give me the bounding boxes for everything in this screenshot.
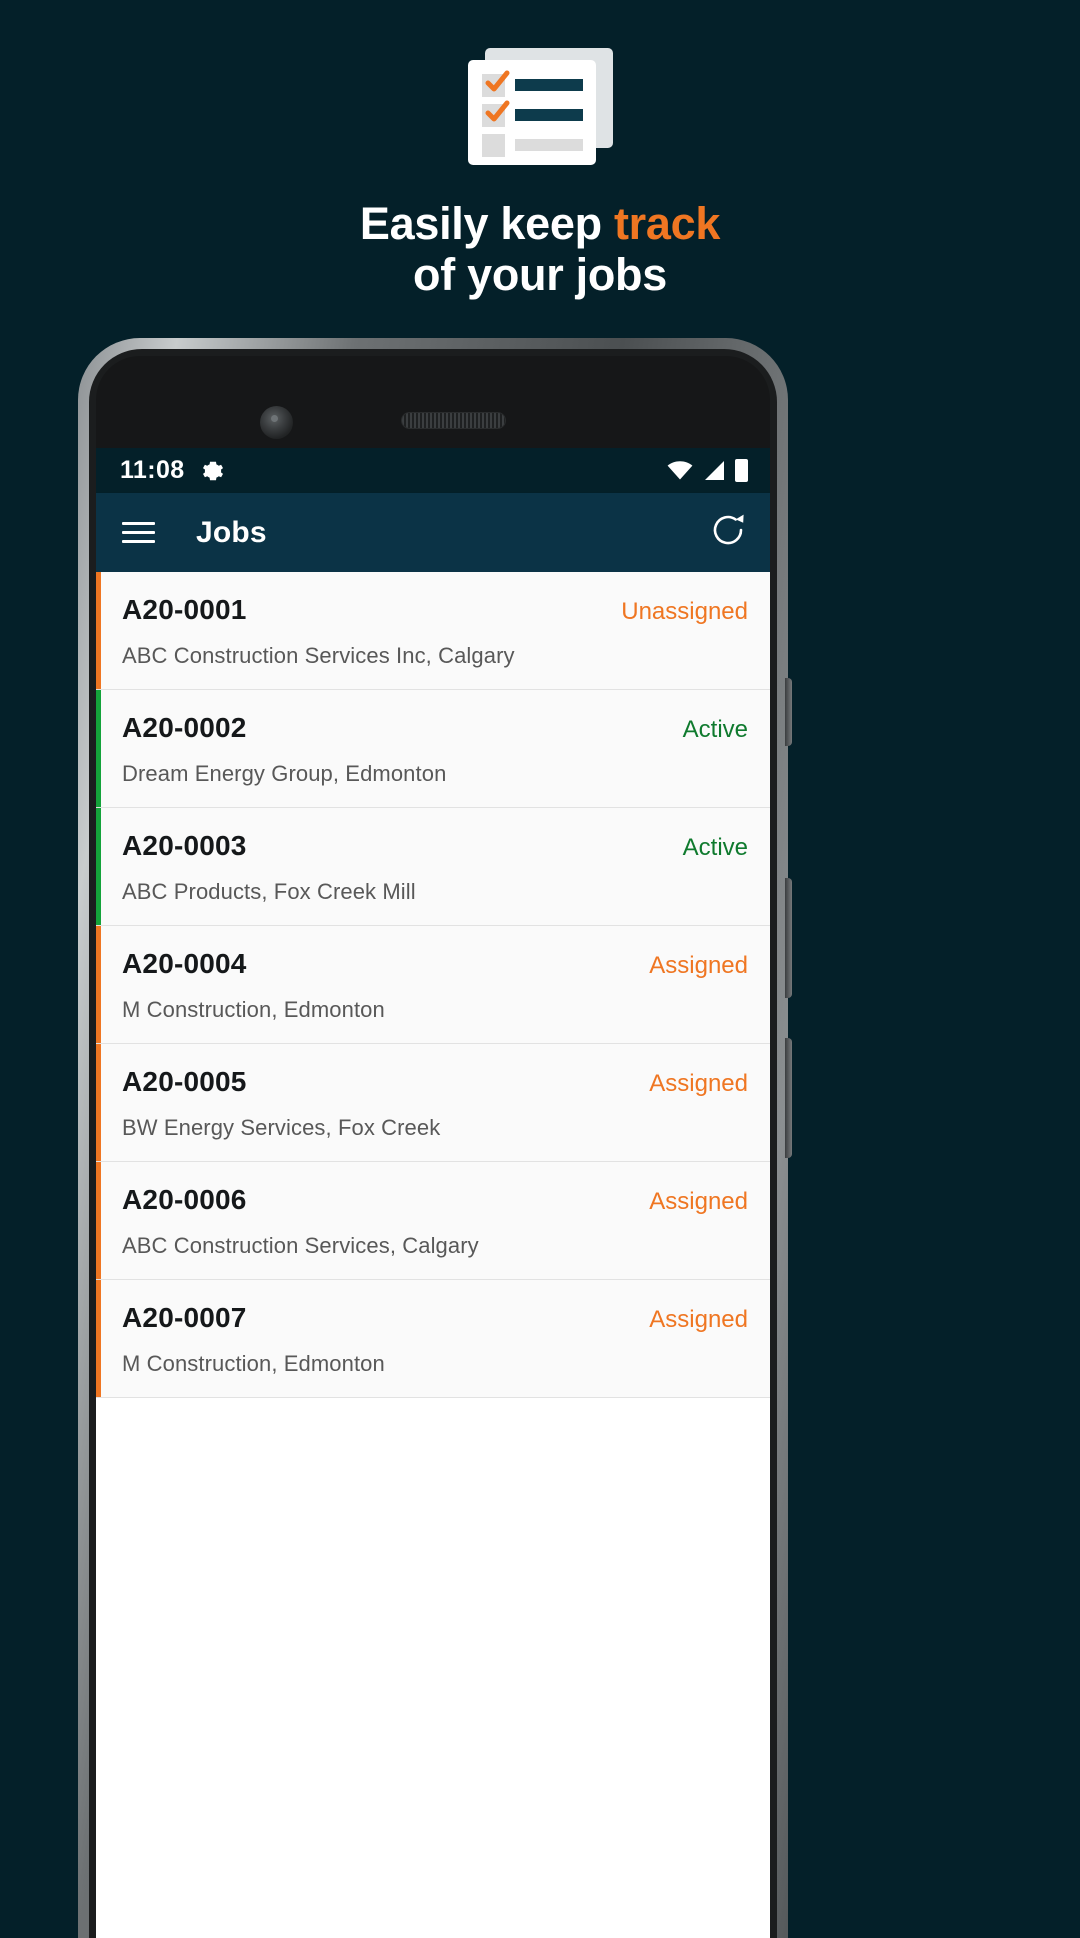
row-status-accent-bar <box>96 1044 101 1161</box>
app-bar: Jobs <box>96 493 770 572</box>
page-title: Jobs <box>196 515 267 549</box>
table-row[interactable]: A20-0007 Assigned M Construction, Edmonton <box>96 1280 770 1398</box>
checklist-text-bar <box>514 108 583 121</box>
job-customer: BW Energy Services, Fox Creek <box>122 1115 441 1140</box>
refresh-icon[interactable] <box>710 512 746 553</box>
row-status-accent-bar <box>96 690 101 807</box>
status-badge: Unassigned <box>621 598 748 625</box>
jobs-list[interactable]: A20-0001 Unassigned ABC Construction Servi… <box>96 572 770 1398</box>
checklist-item <box>481 100 583 127</box>
table-row[interactable]: A20-0001 Unassigned ABC Construction Servi… <box>96 572 770 690</box>
checklist-card-front <box>467 59 596 165</box>
wifi-icon <box>667 460 693 479</box>
checklist-item <box>481 70 583 97</box>
headline-line1-accent: track <box>613 198 721 249</box>
job-number: A20-0005 <box>122 1066 247 1097</box>
earpiece-speaker <box>401 412 506 429</box>
job-customer: M Construction, Edmonton <box>122 997 385 1022</box>
job-number: A20-0001 <box>122 594 247 625</box>
list-empty-area <box>96 1398 770 1698</box>
check-icon <box>485 70 509 91</box>
check-icon <box>485 100 509 121</box>
gear-icon <box>201 459 225 483</box>
status-badge: Assigned <box>649 1188 748 1215</box>
table-row[interactable]: A20-0005 Assigned BW Energy Services, Fox … <box>96 1044 770 1162</box>
checklist-text-bar <box>514 78 583 91</box>
volume-down-button[interactable] <box>785 1038 792 1158</box>
job-number: A20-0003 <box>122 830 247 861</box>
hero-illustration <box>0 45 1080 170</box>
job-customer: Dream Energy Group, Edmonton <box>122 761 447 786</box>
android-status-bar: 11:08 <box>96 448 770 493</box>
row-status-accent-bar <box>96 926 101 1043</box>
status-badge: Active <box>682 716 748 743</box>
table-row[interactable]: A20-0006 Assigned ABC Construction Service… <box>96 1162 770 1280</box>
cell-signal-icon <box>705 461 724 480</box>
job-customer: M Construction, Edmonton <box>122 1351 385 1376</box>
status-bar-clock: 11:08 <box>120 456 185 484</box>
battery-full-icon <box>735 459 748 482</box>
status-badge: Assigned <box>649 952 748 979</box>
phone-mockup: 11:08 Jobs A20-0001 Unassigned ABC Const… <box>78 338 792 1938</box>
power-button[interactable] <box>785 678 792 746</box>
checklist-item <box>481 133 583 157</box>
status-badge: Active <box>682 834 748 861</box>
hamburger-menu-icon[interactable] <box>122 522 155 543</box>
job-number: A20-0006 <box>122 1184 247 1215</box>
headline-line2: of your jobs <box>413 249 667 301</box>
status-badge: Assigned <box>649 1306 748 1333</box>
status-badge: Assigned <box>649 1070 748 1097</box>
checkbox-box <box>481 133 505 157</box>
row-status-accent-bar <box>96 1280 101 1397</box>
app-screen: 11:08 Jobs A20-0001 Unassigned ABC Const… <box>96 448 770 1938</box>
table-row[interactable]: A20-0004 Assigned M Construction, Edmonton <box>96 926 770 1044</box>
volume-up-button[interactable] <box>785 878 792 998</box>
checklist-text-bar <box>514 138 583 151</box>
promo-headline: Easily keep track of your jobs <box>0 200 1080 299</box>
status-bar-icons <box>667 459 748 482</box>
front-camera <box>260 406 293 439</box>
job-number: A20-0007 <box>122 1302 247 1333</box>
headline-line1-plain: Easily keep <box>359 198 614 249</box>
table-row[interactable]: A20-0002 Active Dream Energy Group, Edmont… <box>96 690 770 808</box>
row-status-accent-bar <box>96 808 101 925</box>
job-number: A20-0004 <box>122 948 247 979</box>
row-status-accent-bar <box>96 572 101 689</box>
job-customer: ABC Products, Fox Creek Mill <box>122 879 416 904</box>
job-customer: ABC Construction Services, Calgary <box>122 1233 479 1258</box>
table-row[interactable]: A20-0003 Active ABC Products, Fox Creek Mi… <box>96 808 770 926</box>
job-customer: ABC Construction Services Inc, Calgary <box>122 643 515 668</box>
job-number: A20-0002 <box>122 712 247 743</box>
row-status-accent-bar <box>96 1162 101 1279</box>
checklist-icon <box>467 47 613 168</box>
